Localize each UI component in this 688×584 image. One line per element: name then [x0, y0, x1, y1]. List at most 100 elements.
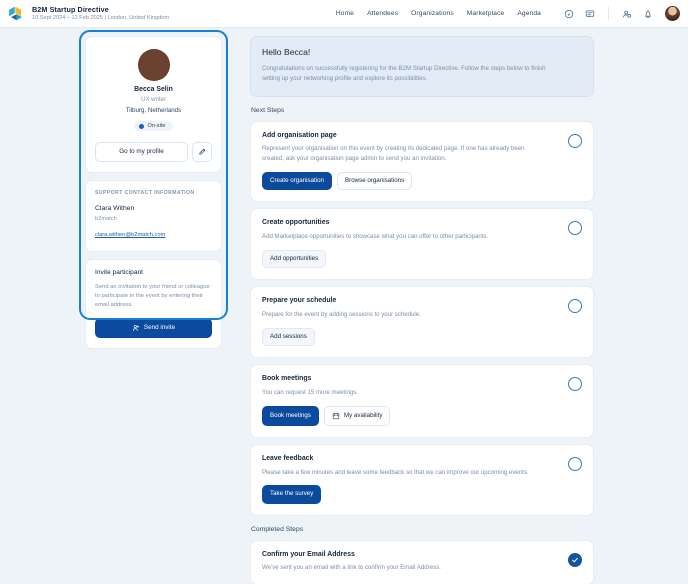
support-contact-organization: b2match [95, 215, 117, 222]
step-action-label: My availability [343, 411, 383, 419]
event-branding: B2M Startup Directive 10 Sept 2024 – 12 … [32, 5, 169, 22]
nav-item-organizations[interactable]: Organizations [411, 10, 454, 17]
invite-description: Send an invitation to your friend or col… [95, 283, 210, 308]
nav-divider [608, 7, 609, 20]
step-actions: Add opportunities [262, 249, 558, 269]
main-nav: Home Attendees Organizations Marketplace… [336, 6, 680, 21]
step-action-button[interactable]: Book meetings [262, 405, 319, 426]
step-body: Create opportunities Add Marketplace oppo… [262, 219, 568, 269]
chat-icon[interactable] [585, 9, 595, 19]
avatar[interactable] [665, 6, 680, 21]
step-description: Represent your organisation on this even… [262, 145, 525, 163]
nav-item-marketplace[interactable]: Marketplace [467, 10, 505, 17]
step-action-button[interactable]: Take the survey [262, 485, 322, 504]
step-description: Prepare for the event by adding sessions… [262, 311, 421, 319]
step-status-toggle[interactable] [568, 377, 582, 392]
step-body: Confirm your Email Address We've sent you… [262, 551, 568, 574]
support-contact-email-link[interactable]: clara.withen@b2match.com [95, 232, 165, 239]
profile-location: Tilburg, Netherlands [125, 106, 182, 114]
step-action-button[interactable]: My availability [323, 405, 391, 426]
step-body: Prepare your schedule Prepare for the eve… [262, 297, 568, 347]
sidebar: Becca Selin UX writer Tilburg, Netherlan… [79, 28, 240, 584]
completed-steps-heading: Completed Steps [251, 525, 304, 533]
hero-description: Congratulations on successfully register… [262, 64, 546, 82]
profile-role: UX writer [141, 96, 166, 103]
step-description: You can request 15 more meetings. [262, 389, 358, 396]
send-invite-label: Send invite [143, 324, 176, 331]
step-action-button[interactable]: Add sessions [262, 327, 315, 347]
profile-avatar [137, 49, 170, 81]
nav-item-attendees[interactable]: Attendees [367, 10, 398, 17]
attendance-badge: On-site [134, 121, 173, 132]
pencil-icon [198, 147, 207, 156]
step-card: Leave feedback Please take a few minutes … [250, 443, 594, 516]
invite-title: Invite participant [95, 268, 144, 276]
step-card: Add organisation page Represent your orga… [250, 120, 594, 203]
step-action-button[interactable]: Create organisation [262, 171, 333, 191]
nav-item-home[interactable]: Home [336, 10, 354, 17]
step-status-toggle[interactable] [568, 456, 582, 471]
go-to-my-profile-button[interactable]: Go to my profile [95, 141, 188, 162]
empty-circle-icon [568, 377, 582, 392]
step-description: We've sent you an email with a link to c… [262, 564, 441, 572]
step-title: Prepare your schedule [262, 297, 337, 305]
step-description: Add Marketplace opportunities to showcas… [262, 233, 489, 241]
contacts-icon[interactable] [622, 9, 632, 19]
step-status-toggle[interactable] [568, 133, 582, 148]
event-meta: 10 Sept 2024 – 12 Feb 2025 | London, Uni… [32, 14, 170, 21]
step-action-label: Take the survey [270, 490, 314, 498]
step-status-toggle[interactable] [568, 221, 582, 236]
step-card: Confirm your Email Address We've sent you… [250, 539, 594, 584]
step-title: Leave feedback [262, 454, 314, 462]
step-card: Create opportunities Add Marketplace oppo… [250, 208, 594, 281]
step-status-toggle[interactable] [568, 299, 582, 314]
step-title: Create opportunities [262, 219, 330, 227]
step-action-label: Add sessions [270, 332, 307, 340]
step-action-button[interactable]: Browse organisations [337, 171, 413, 191]
check-icon [568, 552, 582, 567]
page-body: Becca Selin UX writer Tilburg, Netherlan… [0, 28, 688, 584]
globe-icon[interactable] [564, 9, 574, 19]
step-card: Book meetings You can request 15 more mee… [250, 364, 594, 438]
step-card: Prepare your schedule Prepare for the eve… [250, 286, 594, 359]
step-action-label: Add opportunities [270, 254, 319, 262]
step-body: Leave feedback Please take a few minutes … [262, 455, 568, 504]
b2match-cube-logo-icon[interactable] [4, 3, 26, 25]
next-steps-list: Add organisation page Represent your orga… [250, 120, 594, 516]
support-contact-name: Clara Withen [95, 204, 135, 212]
step-title: Confirm your Email Address [262, 550, 355, 558]
step-actions: Add sessions [262, 327, 558, 347]
empty-circle-icon [568, 299, 582, 314]
support-contact-card: Support contact information Clara Withen… [85, 179, 222, 252]
step-action-button[interactable]: Add opportunities [262, 249, 327, 269]
profile-actions: Go to my profile [95, 141, 212, 162]
attendance-badge-label: On-site [147, 123, 166, 130]
nav-item-agenda[interactable]: Agenda [517, 10, 541, 17]
empty-circle-icon [568, 133, 582, 148]
bell-icon[interactable] [643, 9, 653, 19]
next-steps-heading: Next Steps [251, 106, 285, 114]
support-section-label: Support contact information [95, 189, 195, 196]
step-action-label: Create organisation [270, 176, 325, 184]
event-title: B2M Startup Directive [32, 4, 109, 14]
step-actions: Book meetings My availability [262, 405, 558, 426]
step-action-label: Book meetings [270, 411, 311, 419]
edit-profile-button[interactable] [192, 141, 212, 162]
profile-name: Becca Selin [134, 86, 173, 93]
step-description: Please take a few minutes and leave some… [262, 468, 529, 476]
calendar-icon [332, 412, 340, 420]
step-title: Add organisation page [262, 131, 337, 139]
step-action-label: Browse organisations [345, 176, 405, 184]
step-actions: Create organisation Browse organisations [262, 171, 558, 191]
step-body: Add organisation page Represent your orga… [262, 132, 568, 191]
step-actions: Take the survey [262, 485, 558, 504]
step-status-toggle[interactable] [568, 552, 582, 567]
step-title: Book meetings [262, 375, 312, 383]
send-invite-button[interactable]: Send invite [95, 317, 212, 338]
invite-participant-card: Invite participant Send an invitation to… [85, 258, 222, 349]
nav-icon-group [564, 6, 680, 21]
onsite-dot-icon [139, 123, 145, 129]
step-body: Book meetings You can request 15 more mee… [262, 375, 568, 426]
completed-steps-list: Confirm your Email Address We've sent you… [250, 539, 594, 584]
top-navigation-bar: B2M Startup Directive 10 Sept 2024 – 12 … [0, 0, 688, 28]
